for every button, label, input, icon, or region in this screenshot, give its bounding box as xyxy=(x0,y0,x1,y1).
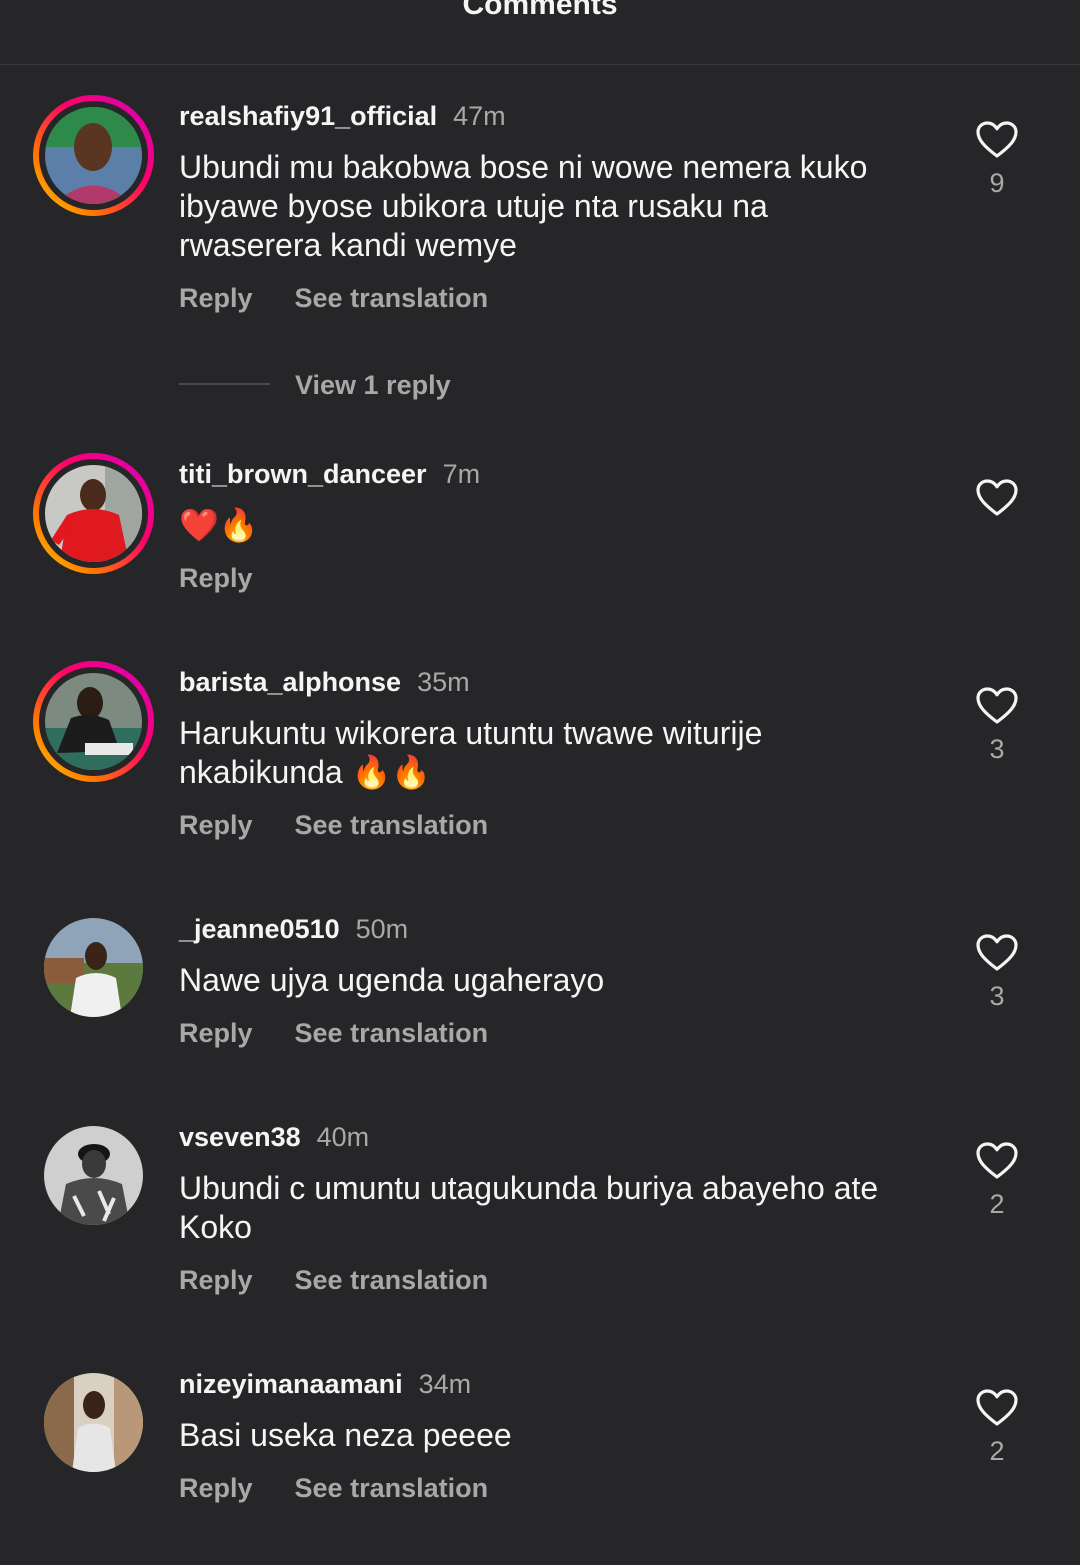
username[interactable]: titi_brown_danceer xyxy=(179,459,427,489)
comment-text: Nawe ujya ugenda ugaherayo xyxy=(179,962,605,998)
reply-button[interactable]: Reply xyxy=(179,1265,253,1295)
profile-photo xyxy=(45,107,142,204)
see-translation-button[interactable]: See translation xyxy=(295,1018,489,1048)
profile-photo xyxy=(44,1126,143,1225)
timestamp: 35m xyxy=(417,667,470,697)
like-button[interactable] xyxy=(966,478,1028,518)
story-ring xyxy=(33,95,154,216)
avatar[interactable] xyxy=(33,453,154,574)
profile-photo xyxy=(44,1373,143,1472)
comment-actions: Reply See translation xyxy=(179,281,488,315)
view-replies-label: View 1 reply xyxy=(295,370,451,400)
avatar[interactable] xyxy=(33,1363,154,1484)
see-translation-button[interactable]: See translation xyxy=(295,1473,489,1503)
heart-icon xyxy=(976,1142,1018,1179)
comment-text: Basi useka neza peeee xyxy=(179,1417,512,1453)
like-count: 2 xyxy=(989,1436,1005,1466)
username[interactable]: _jeanne0510 xyxy=(179,914,340,944)
comment-actions: Reply See translation xyxy=(179,1016,488,1050)
avatar[interactable] xyxy=(33,95,154,216)
comments-header: Comments xyxy=(0,0,1080,65)
see-translation-button[interactable]: See translation xyxy=(295,810,489,840)
comment-meta: titi_brown_danceer 7m xyxy=(179,457,480,491)
profile-photo xyxy=(44,918,143,1017)
username[interactable]: realshafiy91_official xyxy=(179,101,437,131)
like-button[interactable]: 3 xyxy=(966,686,1028,766)
comment-meta: realshafiy91_official 47m xyxy=(179,99,506,133)
avatar[interactable] xyxy=(33,908,154,1029)
like-button[interactable]: 2 xyxy=(966,1388,1028,1468)
reply-button[interactable]: Reply xyxy=(179,283,253,313)
comment-meta: vseven38 40m xyxy=(179,1120,369,1154)
like-button[interactable]: 3 xyxy=(966,933,1028,1013)
comment-meta: barista_alphonse 35m xyxy=(179,665,470,699)
comment-meta: _jeanne0510 50m xyxy=(179,912,408,946)
comment-text: ❤️🔥 xyxy=(179,507,259,543)
story-ring xyxy=(33,661,154,782)
timestamp: 40m xyxy=(316,1122,370,1152)
divider xyxy=(179,383,270,385)
comment-text: Ubundi mu bakobwa bose ni wowe nemera ku… xyxy=(179,149,868,263)
comment-actions: Reply See translation xyxy=(179,1471,488,1505)
timestamp: 7m xyxy=(442,459,481,489)
like-count: 3 xyxy=(989,981,1005,1011)
username[interactable]: vseven38 xyxy=(179,1122,301,1152)
timestamp: 47m xyxy=(453,101,506,131)
profile-photo xyxy=(45,465,142,562)
like-button[interactable]: 9 xyxy=(966,120,1028,200)
heart-icon xyxy=(976,121,1018,158)
username[interactable]: barista_alphonse xyxy=(179,667,401,697)
avatar[interactable] xyxy=(33,1116,154,1237)
comment-text: Ubundi c umuntu utagukunda buriya abayeh… xyxy=(179,1170,879,1245)
timestamp: 50m xyxy=(355,914,409,944)
comment-actions: Reply See translation xyxy=(179,808,488,842)
reply-button[interactable]: Reply xyxy=(179,1473,253,1503)
comment-text: Harukuntu wikorera utuntu twawe witurije… xyxy=(179,715,763,790)
comment-actions: Reply xyxy=(179,561,253,595)
reply-button[interactable]: Reply xyxy=(179,1018,253,1048)
page-title: Comments xyxy=(462,0,618,21)
like-button[interactable]: 2 xyxy=(966,1141,1028,1221)
profile-photo xyxy=(45,673,142,770)
heart-icon xyxy=(976,687,1018,724)
avatar[interactable] xyxy=(33,661,154,782)
like-count: 3 xyxy=(989,734,1005,764)
comment-actions: Reply See translation xyxy=(179,1263,488,1297)
view-replies-button[interactable]: View 1 reply xyxy=(179,366,579,406)
like-count: 9 xyxy=(989,168,1005,198)
see-translation-button[interactable]: See translation xyxy=(295,283,489,313)
story-ring xyxy=(33,453,154,574)
see-translation-button[interactable]: See translation xyxy=(295,1265,489,1295)
heart-icon xyxy=(976,479,1018,516)
like-count: 2 xyxy=(989,1189,1005,1219)
reply-button[interactable]: Reply xyxy=(179,810,253,840)
timestamp: 34m xyxy=(418,1369,472,1399)
comment-meta: nizeyimanaamani 34m xyxy=(179,1367,471,1401)
heart-icon xyxy=(976,1389,1018,1426)
username[interactable]: nizeyimanaamani xyxy=(179,1369,403,1399)
reply-button[interactable]: Reply xyxy=(179,563,253,593)
heart-icon xyxy=(976,934,1018,971)
